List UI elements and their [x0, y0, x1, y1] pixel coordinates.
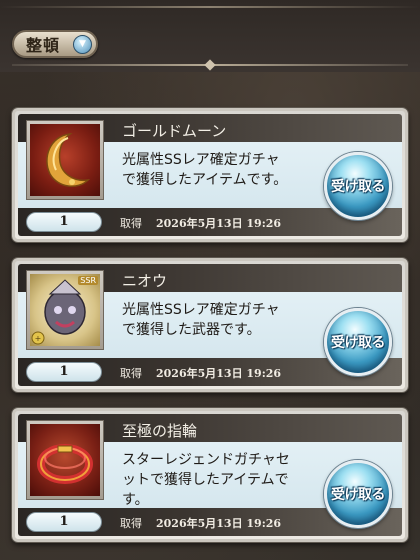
- item-description-line: で獲得したアイテムです。: [122, 172, 288, 188]
- item-description-line: 光属性SSレア確定ガチャ: [122, 152, 280, 168]
- red-ring-icon: [30, 424, 100, 496]
- present-box-screen: 整頓 ▼ ゴールドムーン 光属性SSレア確定ガチャ で獲得したアイテムです。 1…: [0, 0, 420, 560]
- receive-button-label: 受け取る: [331, 487, 386, 503]
- item-description-line: で獲得した武器です。: [122, 322, 261, 338]
- sort-label: 整頓: [26, 36, 61, 55]
- acquired-date: 2026年5月13日 19:26: [156, 367, 282, 380]
- item-name: ニオウ: [122, 272, 168, 290]
- item-description-line: スターレジェンドガチャセ: [122, 452, 290, 468]
- list-item: 至極の指輪 スターレジェンドガチャセ ットで獲得したアイテムで す。 1 取得 …: [12, 408, 408, 542]
- header-divider: [12, 64, 408, 66]
- receive-button[interactable]: 受け取る: [324, 308, 392, 376]
- receive-button-label: 受け取る: [331, 179, 386, 195]
- item-thumbnail[interactable]: [26, 420, 104, 500]
- item-description-line: す。: [122, 492, 149, 508]
- svg-text:+: +: [35, 334, 42, 343]
- acquired-date: 2026年5月13日 19:26: [156, 217, 282, 230]
- sort-button[interactable]: 整頓 ▼: [12, 30, 98, 58]
- list-item: ニオウ + SSR 光属性SSレア確定ガチャ で獲得した武器です。 1 取得 2…: [12, 258, 408, 392]
- item-thumbnail[interactable]: [26, 120, 104, 200]
- item-description: 光属性SSレア確定ガチャ で獲得したアイテムです。: [122, 150, 332, 190]
- card-body: ゴールドムーン 光属性SSレア確定ガチャ で獲得したアイテムです。 1 取得 2…: [18, 114, 402, 236]
- chevron-down-icon: ▼: [73, 35, 92, 54]
- item-description-line: 光属性SSレア確定ガチャ: [122, 302, 280, 318]
- item-description-line: ットで獲得したアイテムで: [122, 472, 289, 488]
- gold-crescent-moon-icon: [30, 124, 100, 196]
- item-quantity: 1: [26, 362, 102, 382]
- receive-button-label: 受け取る: [331, 335, 386, 351]
- acquired-label: 取得: [120, 367, 142, 380]
- item-description: スターレジェンドガチャセ ットで獲得したアイテムで す。: [122, 450, 332, 510]
- rarity-badge: SSR: [78, 276, 98, 285]
- acquired-label: 取得: [120, 517, 142, 530]
- item-name: ゴールドムーン: [122, 122, 227, 140]
- receive-button[interactable]: 受け取る: [324, 152, 392, 220]
- nioh-weapon-icon: + SSR: [30, 274, 100, 346]
- acquired-date: 2026年5月13日 19:26: [156, 517, 282, 530]
- item-name: 至極の指輪: [122, 422, 198, 440]
- receive-button[interactable]: 受け取る: [324, 460, 392, 528]
- header-ornament: [0, 6, 420, 8]
- item-thumbnail[interactable]: + SSR: [26, 270, 104, 350]
- item-quantity: 1: [26, 212, 102, 232]
- acquired-label: 取得: [120, 217, 142, 230]
- header: 整頓 ▼: [0, 0, 420, 72]
- item-quantity: 1: [26, 512, 102, 532]
- card-body: 至極の指輪 スターレジェンドガチャセ ットで獲得したアイテムで す。 1 取得 …: [18, 414, 402, 536]
- item-description: 光属性SSレア確定ガチャ で獲得した武器です。: [122, 300, 332, 340]
- list-item: ゴールドムーン 光属性SSレア確定ガチャ で獲得したアイテムです。 1 取得 2…: [12, 108, 408, 242]
- card-body: ニオウ + SSR 光属性SSレア確定ガチャ で獲得した武器です。 1 取得 2…: [18, 264, 402, 386]
